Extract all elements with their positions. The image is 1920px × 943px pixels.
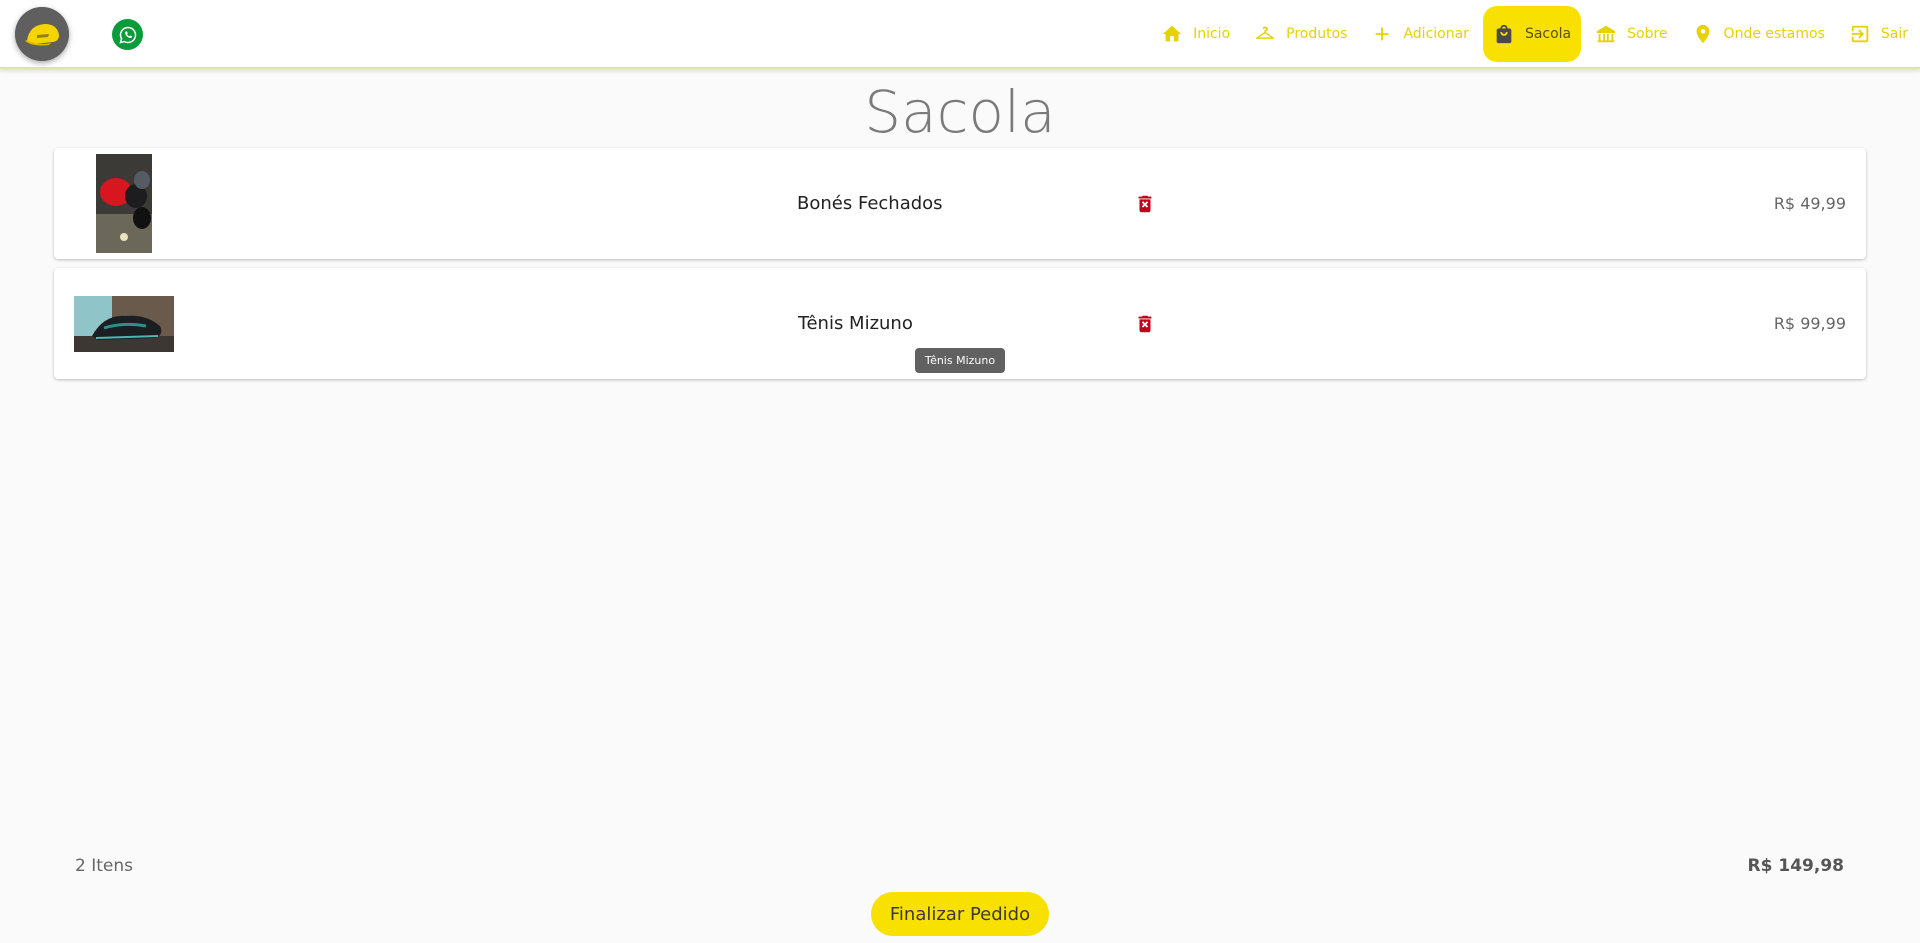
product-name: Bonés Fechados: [797, 193, 943, 214]
cart-total: R$ 149,98: [1747, 856, 1844, 876]
items-count: 2 Itens: [75, 856, 133, 876]
product-price: R$ 99,99: [1773, 314, 1846, 333]
product-image[interactable]: [96, 154, 152, 253]
main-nav: Inicio Produtos Adicionar Sacola Sobre O…: [1149, 6, 1920, 62]
brand-logo[interactable]: [15, 7, 69, 61]
nav-produtos[interactable]: Produtos: [1244, 6, 1357, 62]
nav-sacola[interactable]: Sacola: [1482, 6, 1582, 62]
page-title: Sacola: [864, 78, 1056, 146]
checkout-button[interactable]: Finalizar Pedido: [871, 892, 1049, 936]
hanger-icon: [1256, 26, 1275, 39]
nav-adicionar[interactable]: Adicionar: [1361, 6, 1478, 62]
delete-button[interactable]: [1134, 312, 1156, 336]
nav-inicio[interactable]: Inicio: [1151, 6, 1240, 62]
plus-icon: [1376, 27, 1389, 41]
whatsapp-icon: [118, 26, 136, 44]
nav-sobre[interactable]: Sobre: [1585, 6, 1677, 62]
delete-button[interactable]: [1134, 192, 1156, 216]
product-price: R$ 49,99: [1773, 194, 1846, 213]
product-photo-caps: [96, 154, 152, 253]
nav-label: Inicio: [1193, 26, 1231, 42]
nav-sair[interactable]: Sair: [1839, 6, 1918, 62]
product-photo-sneaker: [74, 296, 174, 352]
trash-icon: [1138, 315, 1152, 333]
nav-onde-estamos[interactable]: Onde estamos: [1682, 6, 1835, 62]
product-name: Tênis Mizuno: [798, 313, 913, 334]
top-app-bar: Inicio Produtos Adicionar Sacola Sobre O…: [0, 0, 1920, 69]
product-name-tooltip: Tênis Mizuno: [915, 348, 1005, 373]
location-pin-icon: [1696, 24, 1709, 44]
logout-icon: [1851, 25, 1869, 43]
nav-label: Sair: [1880, 26, 1908, 42]
cap-logo-icon: [15, 7, 69, 61]
nav-label: Onde estamos: [1723, 26, 1825, 42]
store-icon: [1596, 25, 1616, 43]
nav-label: Produtos: [1286, 26, 1348, 42]
home-icon: [1162, 25, 1182, 42]
whatsapp-button[interactable]: [112, 19, 143, 50]
shopping-bag-icon: [1496, 24, 1512, 44]
nav-label: Adicionar: [1403, 26, 1469, 42]
nav-label: Sacola: [1524, 26, 1572, 42]
nav-label: Sobre: [1627, 26, 1668, 42]
product-image[interactable]: [74, 296, 174, 352]
cart-item: Bonés Fechados R$ 49,99: [54, 148, 1866, 259]
trash-icon: [1138, 195, 1152, 213]
